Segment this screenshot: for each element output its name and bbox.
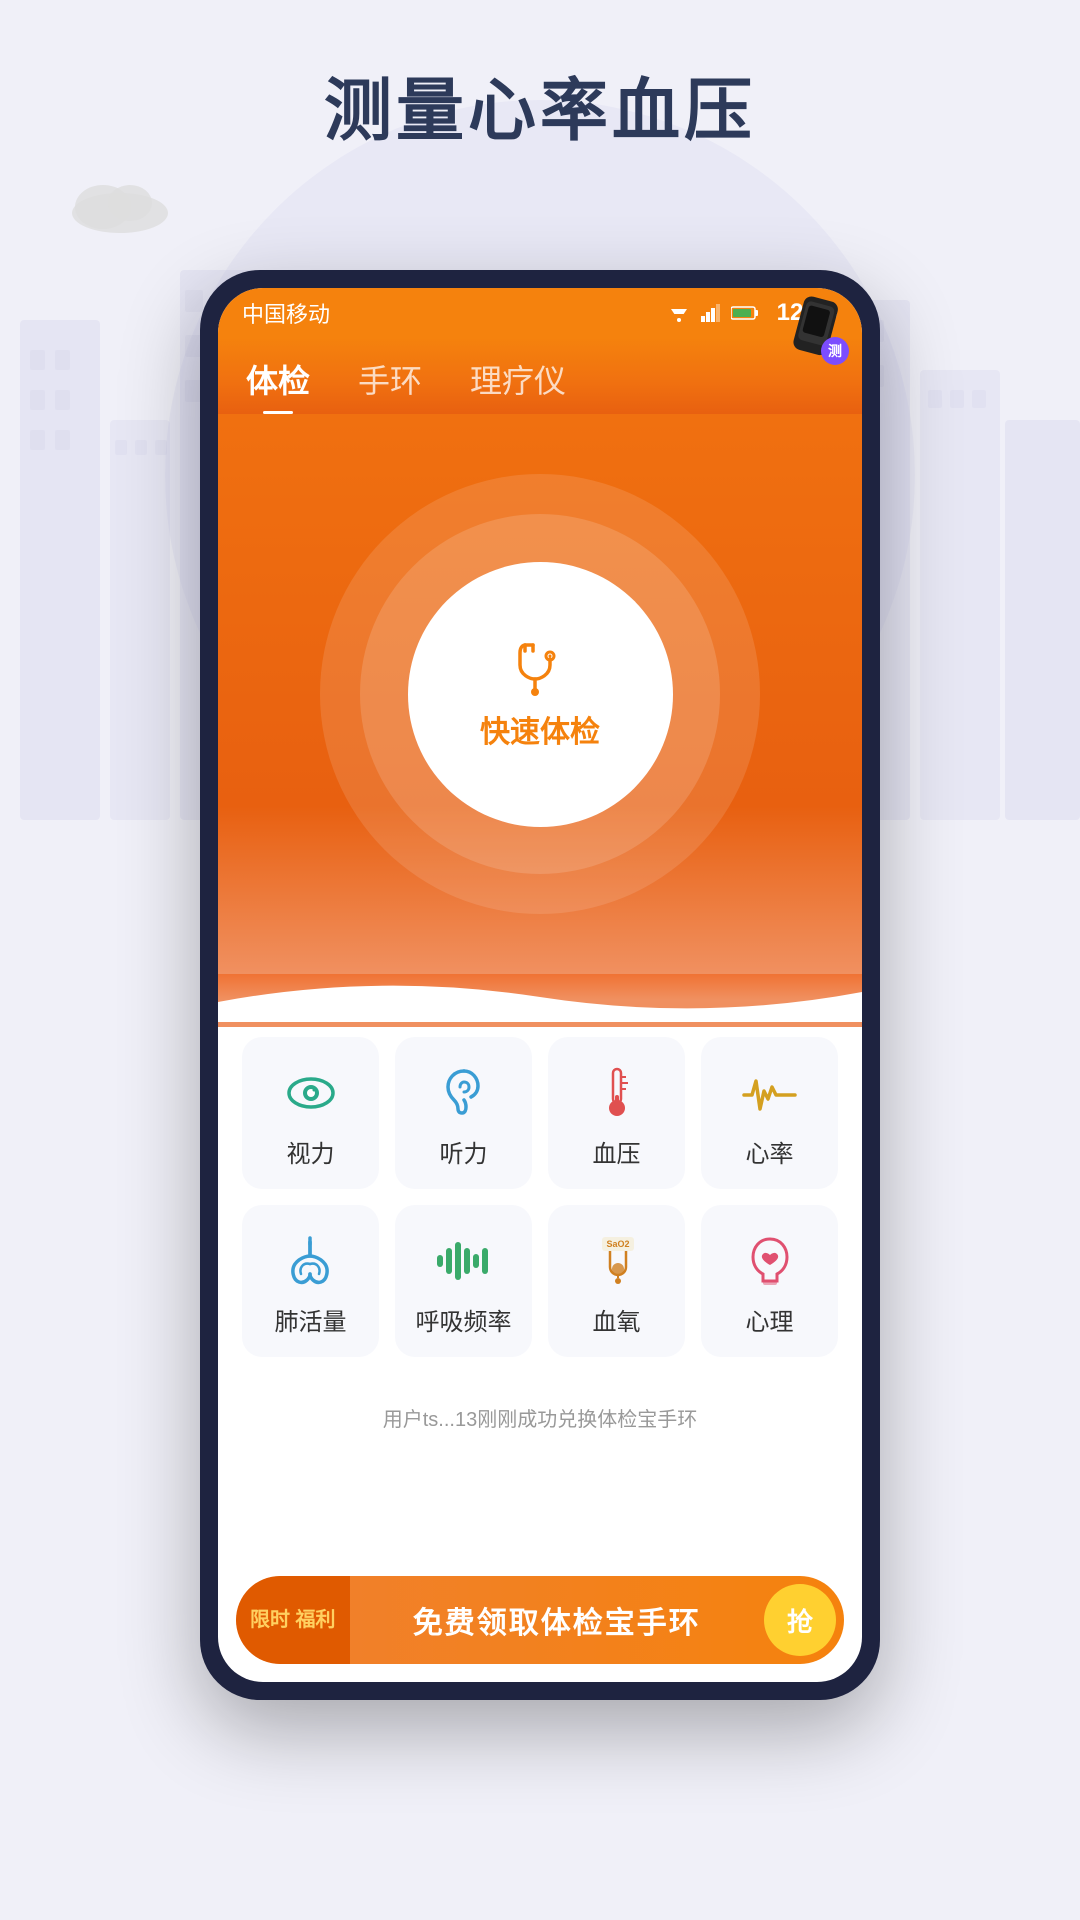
quick-exam-label: 快速体检 [480,707,600,751]
page-title: 测量心率血压 [0,55,1080,154]
feature-grid: 视力 听力 [218,1027,862,1393]
cloud-icon [65,175,175,235]
grid-row-1: 视力 听力 [242,1037,838,1189]
lung-label: 肺活量 [275,1302,347,1337]
blood-oxygen-label: 血氧 [593,1302,641,1337]
breath-icon [435,1233,493,1288]
quick-exam-button[interactable]: 快速体检 [408,562,673,827]
mental-item[interactable]: 心理 [701,1205,838,1357]
stethoscope-icon [510,637,570,697]
tab-therapy[interactable]: 理疗仪 [470,356,566,414]
thermometer-icon [602,1065,632,1120]
svg-text:SaO2: SaO2 [606,1239,629,1249]
ticker-text: 用户ts...13刚刚成功兑换体检宝手环 [383,1409,697,1431]
nav-tabs[interactable]: 体检 手环 理疗仪 [246,356,834,414]
blood-pressure-item[interactable]: 血压 [548,1037,685,1189]
tab-band[interactable]: 手环 [358,356,422,414]
eye-icon [285,1065,337,1120]
ear-icon [442,1065,486,1120]
band-icon: 测 [777,293,852,368]
tab-physical-exam[interactable]: 体检 [246,356,310,414]
heartbeat-icon [742,1065,797,1120]
banner-tag: 限时 福利 [236,1576,350,1664]
svg-text:测: 测 [828,343,842,359]
phone-frame: 中国移动 [200,270,880,1700]
blood-oxygen-item[interactable]: SaO2 血氧 [548,1205,685,1357]
breath-label: 呼吸频率 [416,1302,512,1337]
heart-rate-item[interactable]: 心率 [701,1037,838,1189]
middle-circle: 快速体检 [360,514,720,874]
tube-icon: SaO2 [598,1233,636,1288]
battery-icon [731,305,759,321]
banner-button[interactable]: 抢 [764,1584,836,1656]
lung-icon [283,1233,338,1288]
blood-pressure-label: 血压 [593,1134,641,1169]
hearing-label: 听力 [440,1134,488,1169]
band-icon-container[interactable]: 测 [777,293,852,368]
banner-text: 免费领取体检宝手环 [350,1598,764,1642]
carrier-label: 中国移动 [242,297,667,329]
main-section[interactable]: 快速体检 [218,414,862,974]
head-icon [745,1233,795,1288]
top-navigation: 体检 手环 理疗仪 测 [218,338,862,414]
outer-circle: 快速体检 [320,474,760,914]
breath-item[interactable]: 呼吸频率 [395,1205,532,1357]
hearing-item[interactable]: 听力 [395,1037,532,1189]
vision-label: 视力 [287,1134,335,1169]
heart-rate-label: 心率 [746,1134,794,1169]
wave-divider [218,972,862,1027]
phone-screen: 中国移动 [218,288,862,1682]
signal-icon [701,304,721,322]
ticker-bar: 用户ts...13刚刚成功兑换体检宝手环 [218,1393,862,1442]
mental-label: 心理 [746,1302,794,1337]
wifi-icon [667,303,691,323]
grid-row-2: 肺活量 呼吸频率 [242,1205,838,1357]
lung-item[interactable]: 肺活量 [242,1205,379,1357]
vision-item[interactable]: 视力 [242,1037,379,1189]
bottom-banner[interactable]: 限时 福利 免费领取体检宝手环 抢 [236,1576,844,1664]
status-bar: 中国移动 [218,288,862,338]
